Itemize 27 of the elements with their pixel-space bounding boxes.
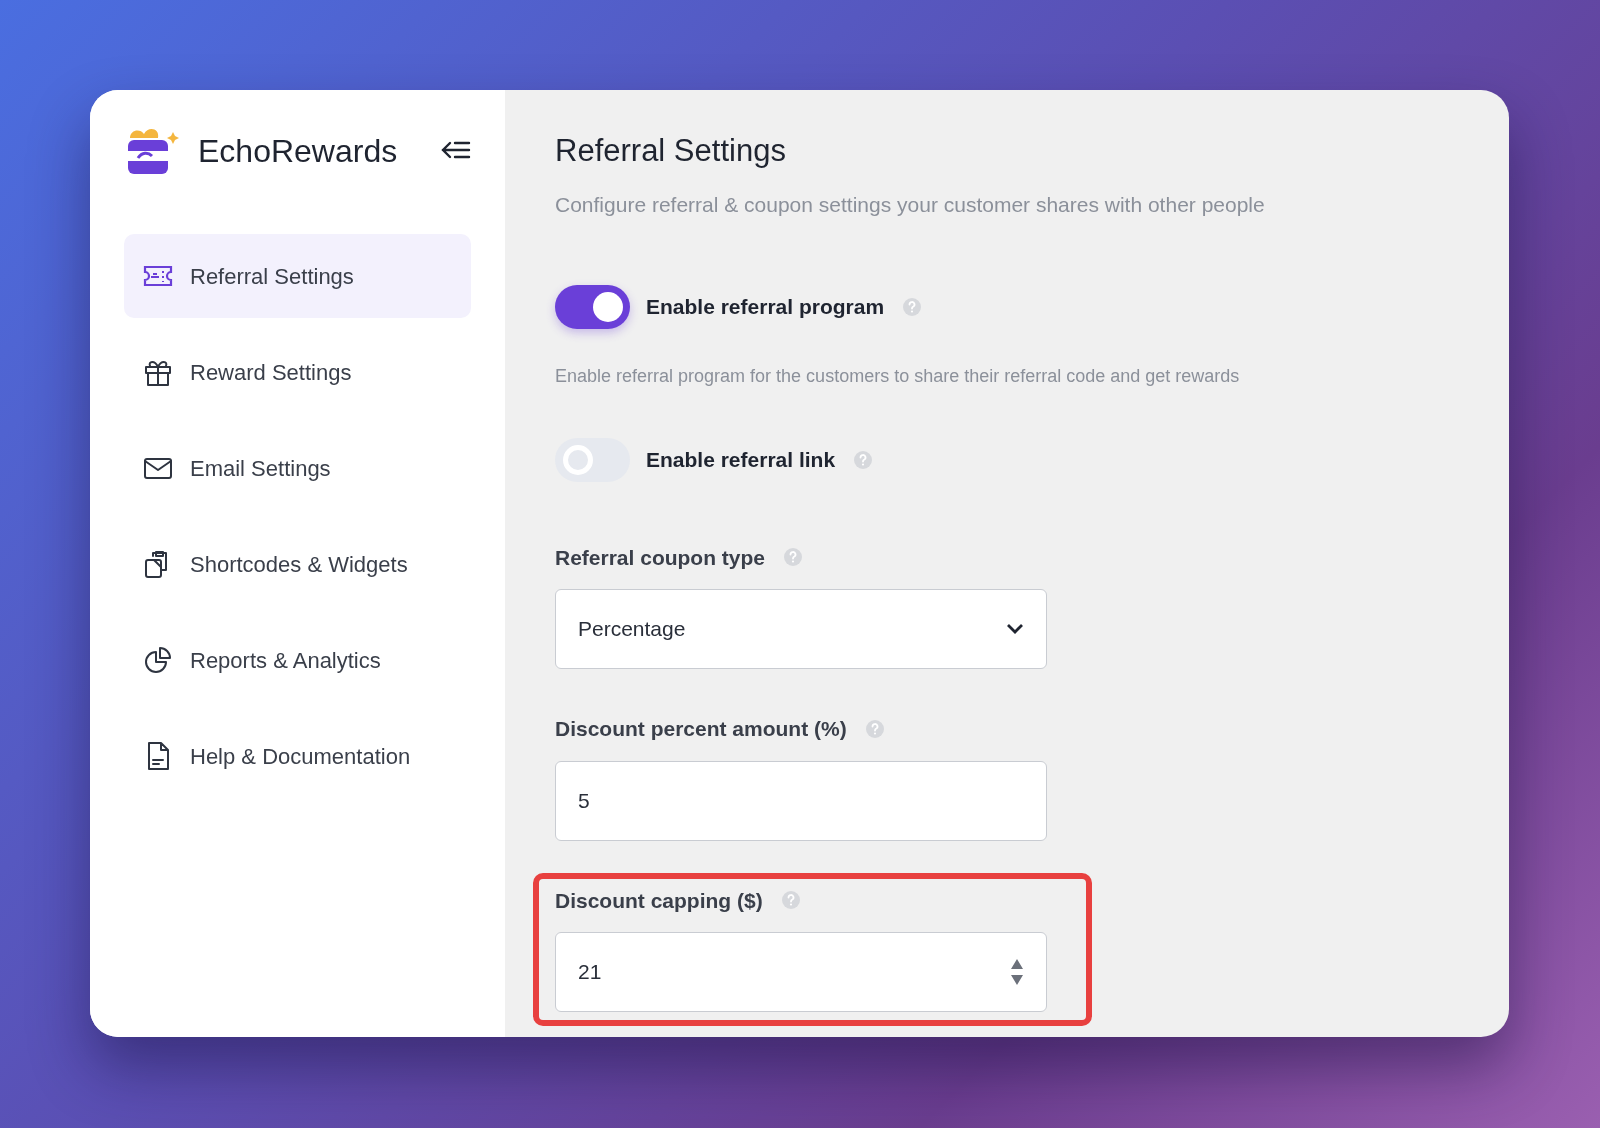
page-subtitle: Configure referral & coupon settings your customer shares with other people xyxy=(555,192,1266,219)
coupon-type-dropdown[interactable]: Percentage xyxy=(555,589,1047,670)
page-title: Referral Settings xyxy=(555,132,787,170)
help-icon[interactable] xyxy=(864,718,885,739)
pie-chart-icon xyxy=(142,644,174,676)
brand-name: EchoRewards xyxy=(198,132,398,171)
help-icon[interactable] xyxy=(780,890,801,911)
field-label: Referral coupon type xyxy=(555,544,766,571)
number-field[interactable]: 21 xyxy=(555,932,1047,1013)
help-icon[interactable] xyxy=(853,449,874,470)
toggle-description: Enable referral program for the customers to share their referral code and get rewards xyxy=(555,364,1241,388)
toggle-label: Enable referral program xyxy=(646,293,885,320)
chevron-down-icon xyxy=(1006,623,1024,636)
field-label: Discount capping ($) xyxy=(555,887,763,914)
sidebar-item[interactable]: Referral Settings xyxy=(124,234,471,318)
sidebar-item[interactable]: Shortcodes & Widgets xyxy=(124,522,471,606)
sidebar-item[interactable]: Email Settings xyxy=(124,426,471,510)
sidebar-item[interactable]: Reports & Analytics xyxy=(124,618,471,702)
sidebar-item[interactable]: Reward Settings xyxy=(124,330,471,414)
toggle-switch[interactable] xyxy=(555,284,630,329)
toggle-label: Enable referral link xyxy=(646,446,836,473)
help-icon[interactable] xyxy=(902,296,923,317)
sidebar-item[interactable]: Help & Documentation xyxy=(124,714,471,798)
field-label: Discount percent amount (%) xyxy=(555,716,847,743)
toggle-switch[interactable] xyxy=(555,437,630,482)
input-field[interactable]: 5 xyxy=(555,760,1047,841)
help-icon[interactable] xyxy=(783,547,804,568)
